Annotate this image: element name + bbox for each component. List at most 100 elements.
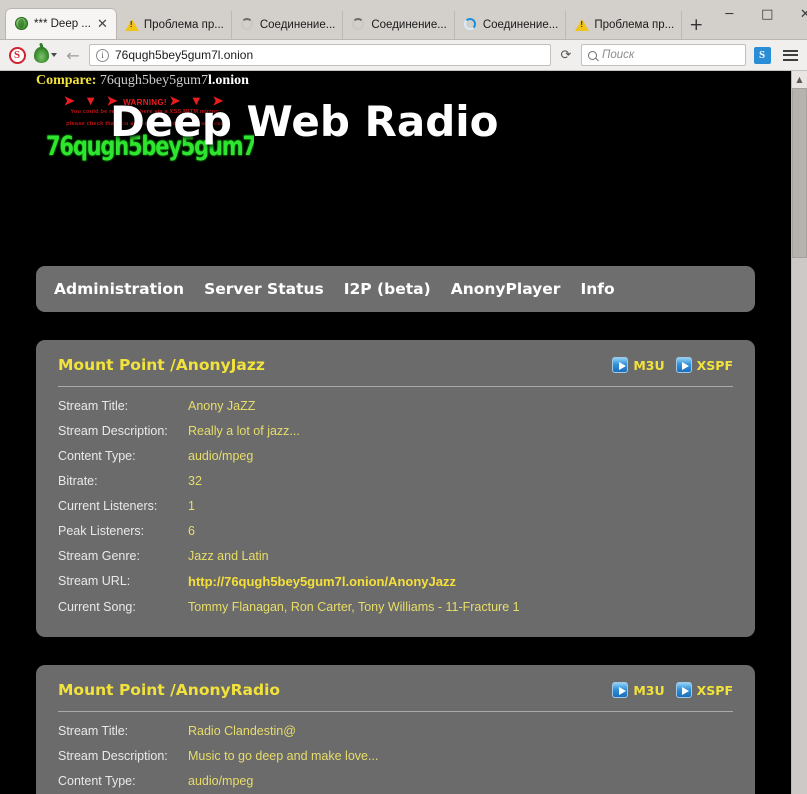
onion-glyph [34, 47, 49, 63]
mount-point-title: Mount Point /AnonyRadio [58, 681, 280, 699]
nav-item-i2p-beta[interactable]: I2P (beta) [344, 280, 431, 298]
site-banner: ➤ ▼ ➤ WARNING! ➤ ▼ ➤ You could be redire… [0, 71, 791, 181]
browser-tab-label: Соединение... [260, 19, 335, 31]
stream-info-value: 32 [188, 468, 733, 493]
noscript-s-glyph: S [9, 47, 26, 64]
loading-spinner-icon [352, 18, 366, 32]
mount-point-path: /AnonyJazz [170, 356, 265, 374]
back-button[interactable]: ← [61, 43, 85, 67]
stream-info-value: audio/mpeg [188, 768, 733, 793]
compare-url: 76qugh5bey5gum7l.onion [100, 73, 249, 88]
browser-tab[interactable]: Проблема пр... [566, 11, 682, 39]
browser-tab[interactable]: Соединение... [455, 11, 566, 39]
stream-info-label: Current Listeners: [58, 493, 188, 518]
playlist-links: M3U XSPF [612, 682, 733, 698]
compare-url-tld: l.onion [208, 73, 249, 88]
stream-info-label: Stream Title: [58, 393, 188, 418]
scroll-up-arrow-icon[interactable]: ▲ [792, 71, 807, 88]
playlist-link-xspf[interactable]: XSPF [676, 357, 733, 373]
extension-button[interactable]: S [750, 43, 774, 67]
table-row: Bitrate:32 [58, 468, 733, 493]
stream-info-table: Stream Title:Anony JaZZStream Descriptio… [58, 393, 733, 619]
nav-item-administration[interactable]: Administration [54, 280, 184, 298]
table-row: Stream URL:http://76qugh5bey5gum7l.onion… [58, 568, 733, 594]
scrollbar-track[interactable] [792, 88, 807, 794]
stream-info-label: Stream URL: [58, 568, 188, 594]
search-box[interactable]: Поиск [581, 44, 746, 66]
close-window-button[interactable]: ✕ [786, 1, 807, 27]
table-row: Stream Description:Music to go deep and … [58, 743, 733, 768]
playlist-link-label: M3U [633, 683, 664, 698]
site-nav: Administration Server Status I2P (beta) Ano… [36, 266, 755, 312]
warning-icon [575, 18, 589, 32]
stream-info-label: Peak Listeners: [58, 518, 188, 543]
tab-strip: *** Deep ...✕ Проблема пр... Соединение...… [0, 0, 710, 39]
site-info-icon[interactable]: i [96, 49, 109, 62]
stream-info-label: Content Type: [58, 443, 188, 468]
stream-info-label: Content Type: [58, 768, 188, 793]
minimize-button[interactable]: ─ [710, 1, 748, 27]
play-icon [676, 357, 692, 373]
stream-info-label: Stream Genre: [58, 543, 188, 568]
reload-button[interactable]: ⟳ [555, 48, 577, 63]
mount-point-path: /AnonyRadio [170, 681, 280, 699]
browser-tab-label: Проблема пр... [594, 19, 674, 31]
page-title: Deep Web Radio [110, 97, 499, 146]
card-divider [58, 711, 733, 712]
stream-info-value: Really a lot of jazz... [188, 418, 733, 443]
chevron-down-icon [51, 53, 57, 57]
stream-info-value: Tommy Flanagan, Ron Carter, Tony William… [188, 594, 733, 619]
browser-tab[interactable]: *** Deep ...✕ [6, 9, 116, 39]
playlist-link-m3u[interactable]: M3U [612, 357, 664, 373]
browser-tab[interactable]: Проблема пр... [116, 11, 232, 39]
page-viewport: ➤ ▼ ➤ WARNING! ➤ ▼ ➤ You could be redire… [0, 71, 807, 794]
table-row: Stream Title:Radio Clandestin@ [58, 718, 733, 743]
table-row: Current Listeners:1 [58, 493, 733, 518]
table-row: Content Type:audio/mpeg [58, 443, 733, 468]
browser-tab[interactable]: Соединение... [343, 11, 454, 39]
new-tab-button[interactable]: + [682, 11, 710, 39]
nav-item-server-status[interactable]: Server Status [204, 280, 324, 298]
tor-onion-icon[interactable] [33, 43, 57, 67]
browser-tab[interactable]: Соединение... [232, 11, 343, 39]
stream-url-link[interactable]: http://76qugh5bey5gum7l.onion/AnonyJazz [188, 568, 733, 594]
browser-tab-label: Проблема пр... [144, 19, 224, 31]
noscript-icon[interactable]: S [5, 43, 29, 67]
tab-close-icon[interactable]: ✕ [96, 18, 109, 31]
table-row: Peak Listeners:6 [58, 518, 733, 543]
search-icon [588, 51, 597, 60]
table-row: Stream Title:Anony JaZZ [58, 393, 733, 418]
playlist-link-m3u[interactable]: M3U [612, 682, 664, 698]
playlist-links: M3U XSPF [612, 357, 733, 373]
hamburger-menu-icon [783, 50, 798, 61]
play-icon [612, 682, 628, 698]
loading-spinner-icon [241, 18, 255, 32]
mount-point-header: Mount Point /AnonyRadio M3U XSPF [58, 681, 733, 699]
navigation-toolbar: S ← i 76qugh5bey5gum7l.onion ⟳ Поиск S [0, 40, 807, 71]
browser-window: *** Deep ...✕ Проблема пр... Соединение...… [0, 0, 807, 794]
mount-point-title: Mount Point /AnonyJazz [58, 356, 265, 374]
nav-item-anonyplayer[interactable]: AnonyPlayer [451, 280, 561, 298]
stream-info-label: Stream Description: [58, 743, 188, 768]
scrollbar-thumb[interactable] [792, 88, 807, 258]
menu-button[interactable] [778, 43, 802, 67]
stream-info-label: Bitrate: [58, 468, 188, 493]
extension-s-glyph: S [754, 47, 771, 64]
address-bar[interactable]: i 76qugh5bey5gum7l.onion [89, 44, 551, 66]
compare-label: Compare: [36, 73, 96, 88]
compare-line: Compare: 76qugh5bey5gum7l.onion [36, 73, 456, 89]
vertical-scrollbar[interactable]: ▲ [791, 71, 807, 794]
table-row: Current Song:Tommy Flanagan, Ron Carter,… [58, 594, 733, 619]
playlist-link-label: XSPF [697, 358, 733, 373]
table-row: Stream Description:Really a lot of jazz.… [58, 418, 733, 443]
play-icon [612, 357, 628, 373]
mount-point-card: Mount Point /AnonyJazz M3U XSPF Stream Titl… [36, 340, 755, 637]
page-content: ➤ ▼ ➤ WARNING! ➤ ▼ ➤ You could be redire… [0, 71, 791, 794]
mount-point-title-prefix: Mount Point [58, 356, 170, 374]
nav-item-info[interactable]: Info [580, 280, 614, 298]
stream-info-value: Radio Clandestin@ [188, 718, 733, 743]
maximize-button[interactable]: □ [748, 1, 786, 27]
mount-point-header: Mount Point /AnonyJazz M3U XSPF [58, 356, 733, 374]
mount-point-card: Mount Point /AnonyRadio M3U XSPF Stream Tit… [36, 665, 755, 794]
playlist-link-xspf[interactable]: XSPF [676, 682, 733, 698]
